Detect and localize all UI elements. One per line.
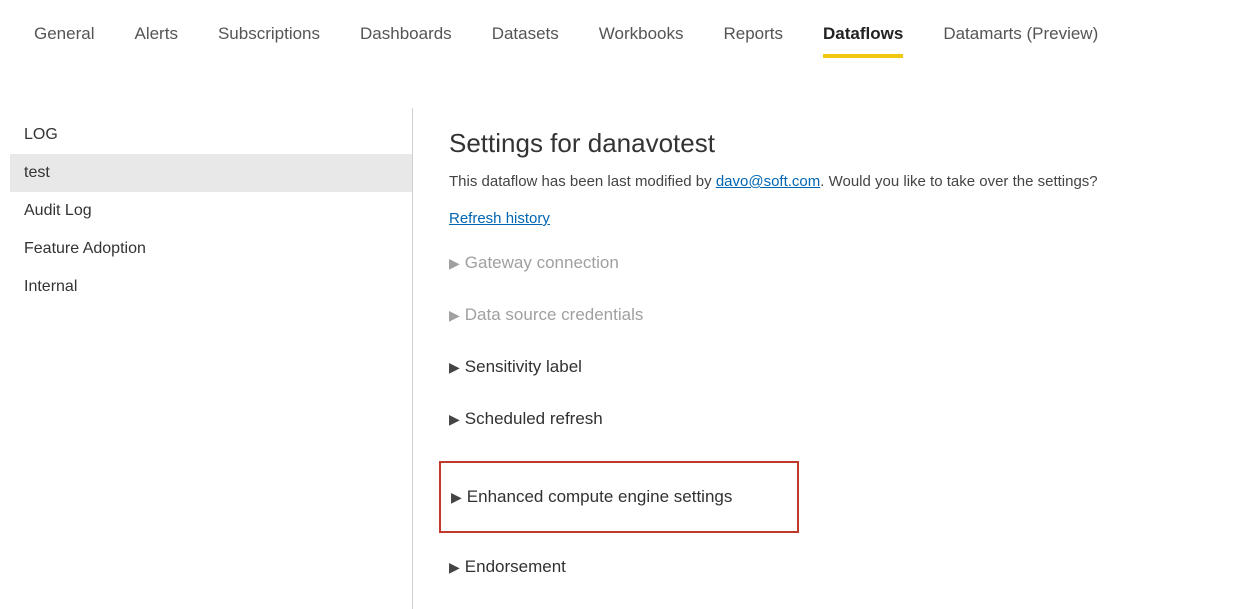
sidebar-item-log[interactable]: LOG <box>10 116 412 154</box>
page-description: This dataflow has been last modified by … <box>449 173 1252 190</box>
caret-right-icon: ▶ <box>449 307 460 324</box>
sidebar-item-internal[interactable]: Internal <box>10 268 412 306</box>
section-label: Scheduled refresh <box>465 409 603 429</box>
tab-general[interactable]: General <box>34 24 94 58</box>
tab-dataflows[interactable]: Dataflows <box>823 24 903 58</box>
sidebar-item-test[interactable]: test <box>10 154 412 192</box>
tab-dashboards[interactable]: Dashboards <box>360 24 452 58</box>
tab-subscriptions[interactable]: Subscriptions <box>218 24 320 58</box>
page-title: Settings for danavotest <box>449 128 1252 159</box>
section-label: Endorsement <box>465 557 566 577</box>
section-data-source-credentials[interactable]: ▶ Data source credentials <box>449 305 1252 325</box>
section-sensitivity-label[interactable]: ▶ Sensitivity label <box>449 357 1252 377</box>
caret-right-icon: ▶ <box>451 489 462 506</box>
tab-alerts[interactable]: Alerts <box>134 24 177 58</box>
sidebar-item-audit-log[interactable]: Audit Log <box>10 192 412 230</box>
owner-email-link[interactable]: davo@soft.com <box>716 173 820 190</box>
caret-right-icon: ▶ <box>449 255 460 272</box>
section-endorsement[interactable]: ▶ Endorsement <box>449 557 1252 577</box>
desc-prefix: This dataflow has been last modified by <box>449 173 716 190</box>
tab-reports[interactable]: Reports <box>724 24 784 58</box>
section-label: Gateway connection <box>465 253 619 273</box>
section-label: Sensitivity label <box>465 357 582 377</box>
main-panel: Settings for danavotest This dataflow ha… <box>413 108 1252 609</box>
tab-datamarts[interactable]: Datamarts (Preview) <box>943 24 1098 58</box>
caret-right-icon: ▶ <box>449 359 460 376</box>
sidebar-item-feature-adoption[interactable]: Feature Adoption <box>10 230 412 268</box>
caret-right-icon: ▶ <box>449 559 460 576</box>
section-label: Data source credentials <box>465 305 644 325</box>
desc-suffix: . Would you like to take over the settin… <box>820 173 1097 190</box>
refresh-history-link[interactable]: Refresh history <box>449 210 550 227</box>
tab-datasets[interactable]: Datasets <box>492 24 559 58</box>
caret-right-icon: ▶ <box>449 411 460 428</box>
tab-workbooks[interactable]: Workbooks <box>599 24 684 58</box>
section-scheduled-refresh[interactable]: ▶ Scheduled refresh <box>449 409 1252 429</box>
section-label: Enhanced compute engine settings <box>467 487 733 507</box>
top-tabs: General Alerts Subscriptions Dashboards … <box>0 0 1252 58</box>
sidebar: LOG test Audit Log Feature Adoption Inte… <box>0 108 413 609</box>
section-gateway-connection[interactable]: ▶ Gateway connection <box>449 253 1252 273</box>
section-enhanced-compute-engine[interactable]: ▶ Enhanced compute engine settings <box>439 461 799 533</box>
